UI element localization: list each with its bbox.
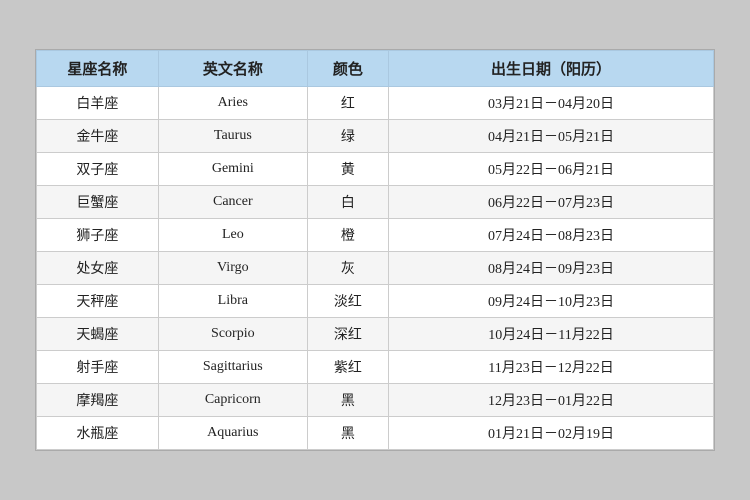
cell-en: Aries [158,87,307,120]
table-row: 狮子座Leo橙07月24日－08月23日 [37,219,714,252]
cell-color: 黑 [307,384,388,417]
cell-zh: 狮子座 [37,219,159,252]
cell-date: 10月24日－11月22日 [389,318,714,351]
header-zh: 星座名称 [37,51,159,87]
cell-zh: 白羊座 [37,87,159,120]
cell-en: Virgo [158,252,307,285]
cell-en: Sagittarius [158,351,307,384]
cell-en: Aquarius [158,417,307,450]
table-row: 天秤座Libra淡红09月24日－10月23日 [37,285,714,318]
cell-zh: 金牛座 [37,120,159,153]
header-date: 出生日期（阳历） [389,51,714,87]
cell-color: 灰 [307,252,388,285]
cell-en: Gemini [158,153,307,186]
cell-date: 07月24日－08月23日 [389,219,714,252]
zodiac-table-container: 星座名称 英文名称 颜色 出生日期（阳历） 白羊座Aries红03月21日－04… [35,49,715,451]
cell-date: 12月23日－01月22日 [389,384,714,417]
cell-color: 淡红 [307,285,388,318]
table-row: 白羊座Aries红03月21日－04月20日 [37,87,714,120]
cell-en: Libra [158,285,307,318]
table-row: 金牛座Taurus绿04月21日－05月21日 [37,120,714,153]
cell-zh: 天蝎座 [37,318,159,351]
cell-en: Taurus [158,120,307,153]
cell-date: 06月22日－07月23日 [389,186,714,219]
cell-date: 04月21日－05月21日 [389,120,714,153]
cell-en: Leo [158,219,307,252]
cell-color: 黄 [307,153,388,186]
table-row: 天蝎座Scorpio深红10月24日－11月22日 [37,318,714,351]
cell-date: 09月24日－10月23日 [389,285,714,318]
cell-color: 白 [307,186,388,219]
header-color: 颜色 [307,51,388,87]
table-row: 双子座Gemini黄05月22日－06月21日 [37,153,714,186]
cell-zh: 天秤座 [37,285,159,318]
cell-en: Capricorn [158,384,307,417]
table-row: 摩羯座Capricorn黑12月23日－01月22日 [37,384,714,417]
cell-zh: 巨蟹座 [37,186,159,219]
header-en: 英文名称 [158,51,307,87]
cell-zh: 摩羯座 [37,384,159,417]
table-row: 巨蟹座Cancer白06月22日－07月23日 [37,186,714,219]
cell-date: 05月22日－06月21日 [389,153,714,186]
cell-color: 红 [307,87,388,120]
table-row: 射手座Sagittarius紫红11月23日－12月22日 [37,351,714,384]
cell-en: Cancer [158,186,307,219]
cell-zh: 双子座 [37,153,159,186]
cell-color: 深红 [307,318,388,351]
zodiac-table: 星座名称 英文名称 颜色 出生日期（阳历） 白羊座Aries红03月21日－04… [36,50,714,450]
cell-zh: 水瓶座 [37,417,159,450]
table-header-row: 星座名称 英文名称 颜色 出生日期（阳历） [37,51,714,87]
cell-zh: 射手座 [37,351,159,384]
cell-color: 橙 [307,219,388,252]
cell-date: 03月21日－04月20日 [389,87,714,120]
table-row: 处女座Virgo灰08月24日－09月23日 [37,252,714,285]
cell-date: 08月24日－09月23日 [389,252,714,285]
cell-date: 11月23日－12月22日 [389,351,714,384]
cell-color: 紫红 [307,351,388,384]
cell-en: Scorpio [158,318,307,351]
cell-date: 01月21日－02月19日 [389,417,714,450]
table-body: 白羊座Aries红03月21日－04月20日金牛座Taurus绿04月21日－0… [37,87,714,450]
cell-color: 绿 [307,120,388,153]
cell-color: 黑 [307,417,388,450]
table-row: 水瓶座Aquarius黑01月21日－02月19日 [37,417,714,450]
cell-zh: 处女座 [37,252,159,285]
